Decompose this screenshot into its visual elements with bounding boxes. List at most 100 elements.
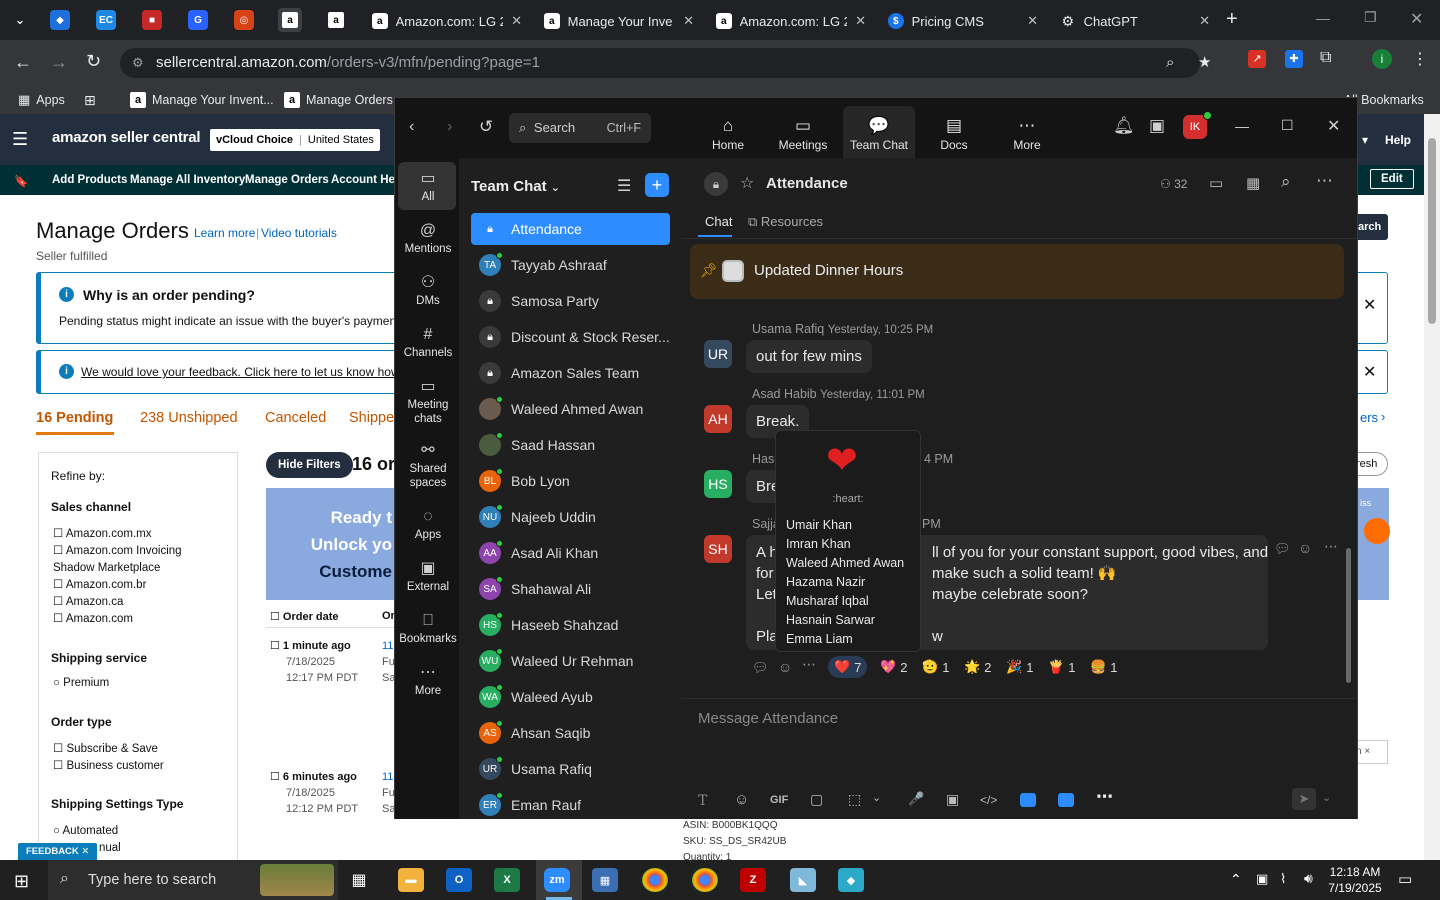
bookmark-star-icon[interactable]: ★ [1198, 48, 1211, 78]
channel-list-item[interactable]: SA Shahawal Ali [471, 573, 670, 605]
minimize-icon[interactable]: — [1235, 118, 1249, 134]
member-count[interactable]: ⚇ 32 [1160, 177, 1187, 191]
extension-red-icon[interactable]: ↗ [1248, 50, 1266, 68]
right-link[interactable]: n × [1356, 740, 1388, 764]
channel-list-item[interactable]: AA Asad Ali Khan [471, 537, 670, 569]
page-scrollbar[interactable] [1424, 114, 1440, 860]
bookmark-manage-inventory[interactable]: a Manage Your Invent... [130, 92, 274, 108]
list-title[interactable]: Team Chat ⌄ [471, 178, 560, 195]
channel-list-item[interactable]: UR Usama Rafiq [471, 753, 670, 785]
hide-filters-button[interactable]: Hide Filters [266, 452, 353, 478]
edit-nav-button[interactable]: Edit [1370, 169, 1414, 189]
close-icon[interactable]: ✕ [1327, 116, 1340, 136]
table-row[interactable]: ☐ 1 minute ago 7/18/2025 12:17 PM PDT [270, 638, 358, 686]
rail-apps[interactable]: ◌ Apps [399, 506, 457, 542]
rail-shared-spaces[interactable]: ⚯ Shared spaces [399, 440, 457, 490]
nav-more[interactable]: ⋯ More [992, 116, 1062, 152]
grid-icon[interactable]: ⊞ [84, 92, 96, 109]
channel-list-item[interactable]: Waleed Ahmed Awan [471, 393, 670, 425]
nav-meetings[interactable]: ▭ Meetings [768, 116, 838, 152]
zoom-icon[interactable]: zm [544, 868, 570, 892]
wifi-icon[interactable]: ⌇ [1280, 871, 1286, 887]
chrome-icon[interactable] [642, 868, 668, 892]
nav-manage-inventory[interactable]: Manage All Inventory [130, 174, 245, 186]
channel-list-item[interactable]: ER Eman Rauf [471, 789, 670, 819]
channel-list-item[interactable]: Saad Hassan [471, 429, 670, 461]
close-window-icon[interactable]: ✕ [1410, 9, 1423, 29]
file-explorer-icon[interactable]: ▬ [398, 868, 424, 892]
back-icon[interactable]: ‹ [409, 118, 414, 136]
nav-add-products[interactable]: Add Products [52, 174, 127, 186]
forward-icon[interactable]: → [50, 52, 68, 73]
channel-list-item[interactable]: WU Waleed Ur Rehman [471, 645, 670, 677]
channel-list-item[interactable]: 🔒︎ Attendance [471, 213, 670, 245]
app-blue-2-icon[interactable] [1058, 793, 1074, 807]
pinned-tab-red-icon[interactable]: ■ [142, 10, 162, 30]
add-reaction-icon[interactable]: ☺ [1298, 540, 1312, 556]
filters-link[interactable]: ers [1360, 410, 1378, 425]
address-bar[interactable]: ⚙ sellercentral.amazon.com/orders-v3/mfn… [120, 48, 1211, 78]
tab-shipped[interactable]: Shippe [349, 410, 394, 426]
filter-icon[interactable]: ☰ [617, 176, 631, 196]
file-icon[interactable]: ▢ [810, 791, 823, 808]
seller-central-logo[interactable]: amazon seller central [52, 129, 201, 146]
nav-docs[interactable]: ▤ Docs [919, 116, 989, 152]
learn-more-link[interactable]: Learn more [194, 226, 255, 240]
rail-all[interactable]: ▭ All [399, 168, 457, 204]
calendar-icon[interactable]: ▦ [1246, 174, 1260, 192]
avatar[interactable]: AH [704, 405, 732, 433]
bookmark-apps[interactable]: ▦ Apps [18, 92, 65, 108]
rail-channels[interactable]: # Channels [399, 324, 457, 360]
feedback-tab[interactable]: FEEDBACK ✕ [18, 843, 98, 860]
checkbox-option[interactable]: ☐ Amazon.ca [53, 594, 223, 611]
outlook-icon[interactable]: O [446, 868, 472, 892]
browser-tab[interactable]: $ Pricing CMS ✕ [878, 6, 1048, 36]
video-message-icon[interactable]: ▣ [946, 791, 959, 808]
channel-list-item[interactable]: TA Tayyab Ashraaf [471, 249, 670, 281]
tab-chat[interactable]: Chat [705, 214, 732, 229]
tab-close-icon[interactable]: ✕ [855, 13, 866, 29]
checkbox-option[interactable]: ☐ Amazon.com [53, 611, 223, 628]
app-blue-icon[interactable] [1020, 793, 1036, 807]
format-text-icon[interactable]: T [698, 793, 707, 809]
checkbox-option[interactable]: ☐ Subscribe & Save [53, 741, 164, 758]
channel-list-item[interactable]: 🔒︎ Discount & Stock Reser... [471, 321, 670, 353]
message-more-icon[interactable]: ⋯ [802, 656, 816, 673]
search-button[interactable]: arch [1356, 214, 1388, 240]
refresh-button[interactable]: resh [1356, 452, 1388, 476]
bell-icon[interactable]: 🔔︎ [1113, 116, 1135, 136]
new-chat-button[interactable]: + [645, 173, 669, 197]
reaction-chip[interactable]: 🍟 1 [1042, 656, 1081, 678]
pinned-tab-g-icon[interactable]: G [188, 10, 208, 30]
filezilla-icon[interactable]: Z [740, 868, 766, 892]
search-icon[interactable]: ⌕ [1281, 172, 1291, 192]
calculator-icon[interactable]: ▦ [592, 868, 618, 892]
radio-option[interactable]: ○ Automated [53, 823, 121, 840]
tab-pending[interactable]: 16 Pending [36, 410, 113, 426]
profile-avatar[interactable]: i [1372, 49, 1392, 69]
gift-icon[interactable]: ▣ [1149, 116, 1165, 136]
tab-canceled[interactable]: Canceled [265, 410, 326, 426]
reaction-chip[interactable]: 🌟 2 [958, 656, 997, 678]
channel-list-item[interactable]: BL Bob Lyon [471, 465, 670, 497]
scrollbar-thumb[interactable] [1428, 138, 1436, 324]
network-alert-icon[interactable]: ▣ [1256, 871, 1268, 887]
send-icon[interactable]: ➤ [1292, 788, 1316, 810]
checkbox-option[interactable]: ☐ Amazon.com Invoicing Shadow Marketplac… [53, 543, 223, 577]
reload-icon[interactable]: ↻ [86, 51, 101, 72]
rail-bookmarks[interactable]: ⎕ Bookmarks [399, 610, 457, 646]
rail-mentions[interactable]: @ Mentions [399, 220, 457, 256]
search-input[interactable]: ⌕ Search Ctrl+F [509, 113, 651, 143]
caret-icon[interactable]: ▾ [1362, 133, 1368, 147]
store-switcher[interactable]: vCloud Choice | United States [210, 129, 380, 151]
channel-list-item[interactable]: NU Najeeb Uddin [471, 501, 670, 533]
code-icon[interactable]: </> [980, 793, 997, 807]
feedback-link[interactable]: We would love your feedback. Click here … [81, 365, 412, 379]
tab-close-icon[interactable]: ✕ [1199, 13, 1210, 29]
close-icon[interactable]: ✕ [1363, 295, 1376, 315]
reaction-chip[interactable]: 🍔 1 [1084, 656, 1123, 678]
notes-app-icon[interactable]: ◣ [790, 868, 816, 892]
task-view-icon[interactable]: ▦ [346, 868, 372, 892]
pinned-tab-icon[interactable]: ◆ [50, 10, 70, 30]
chat-scrollbar-thumb[interactable] [1346, 548, 1351, 683]
